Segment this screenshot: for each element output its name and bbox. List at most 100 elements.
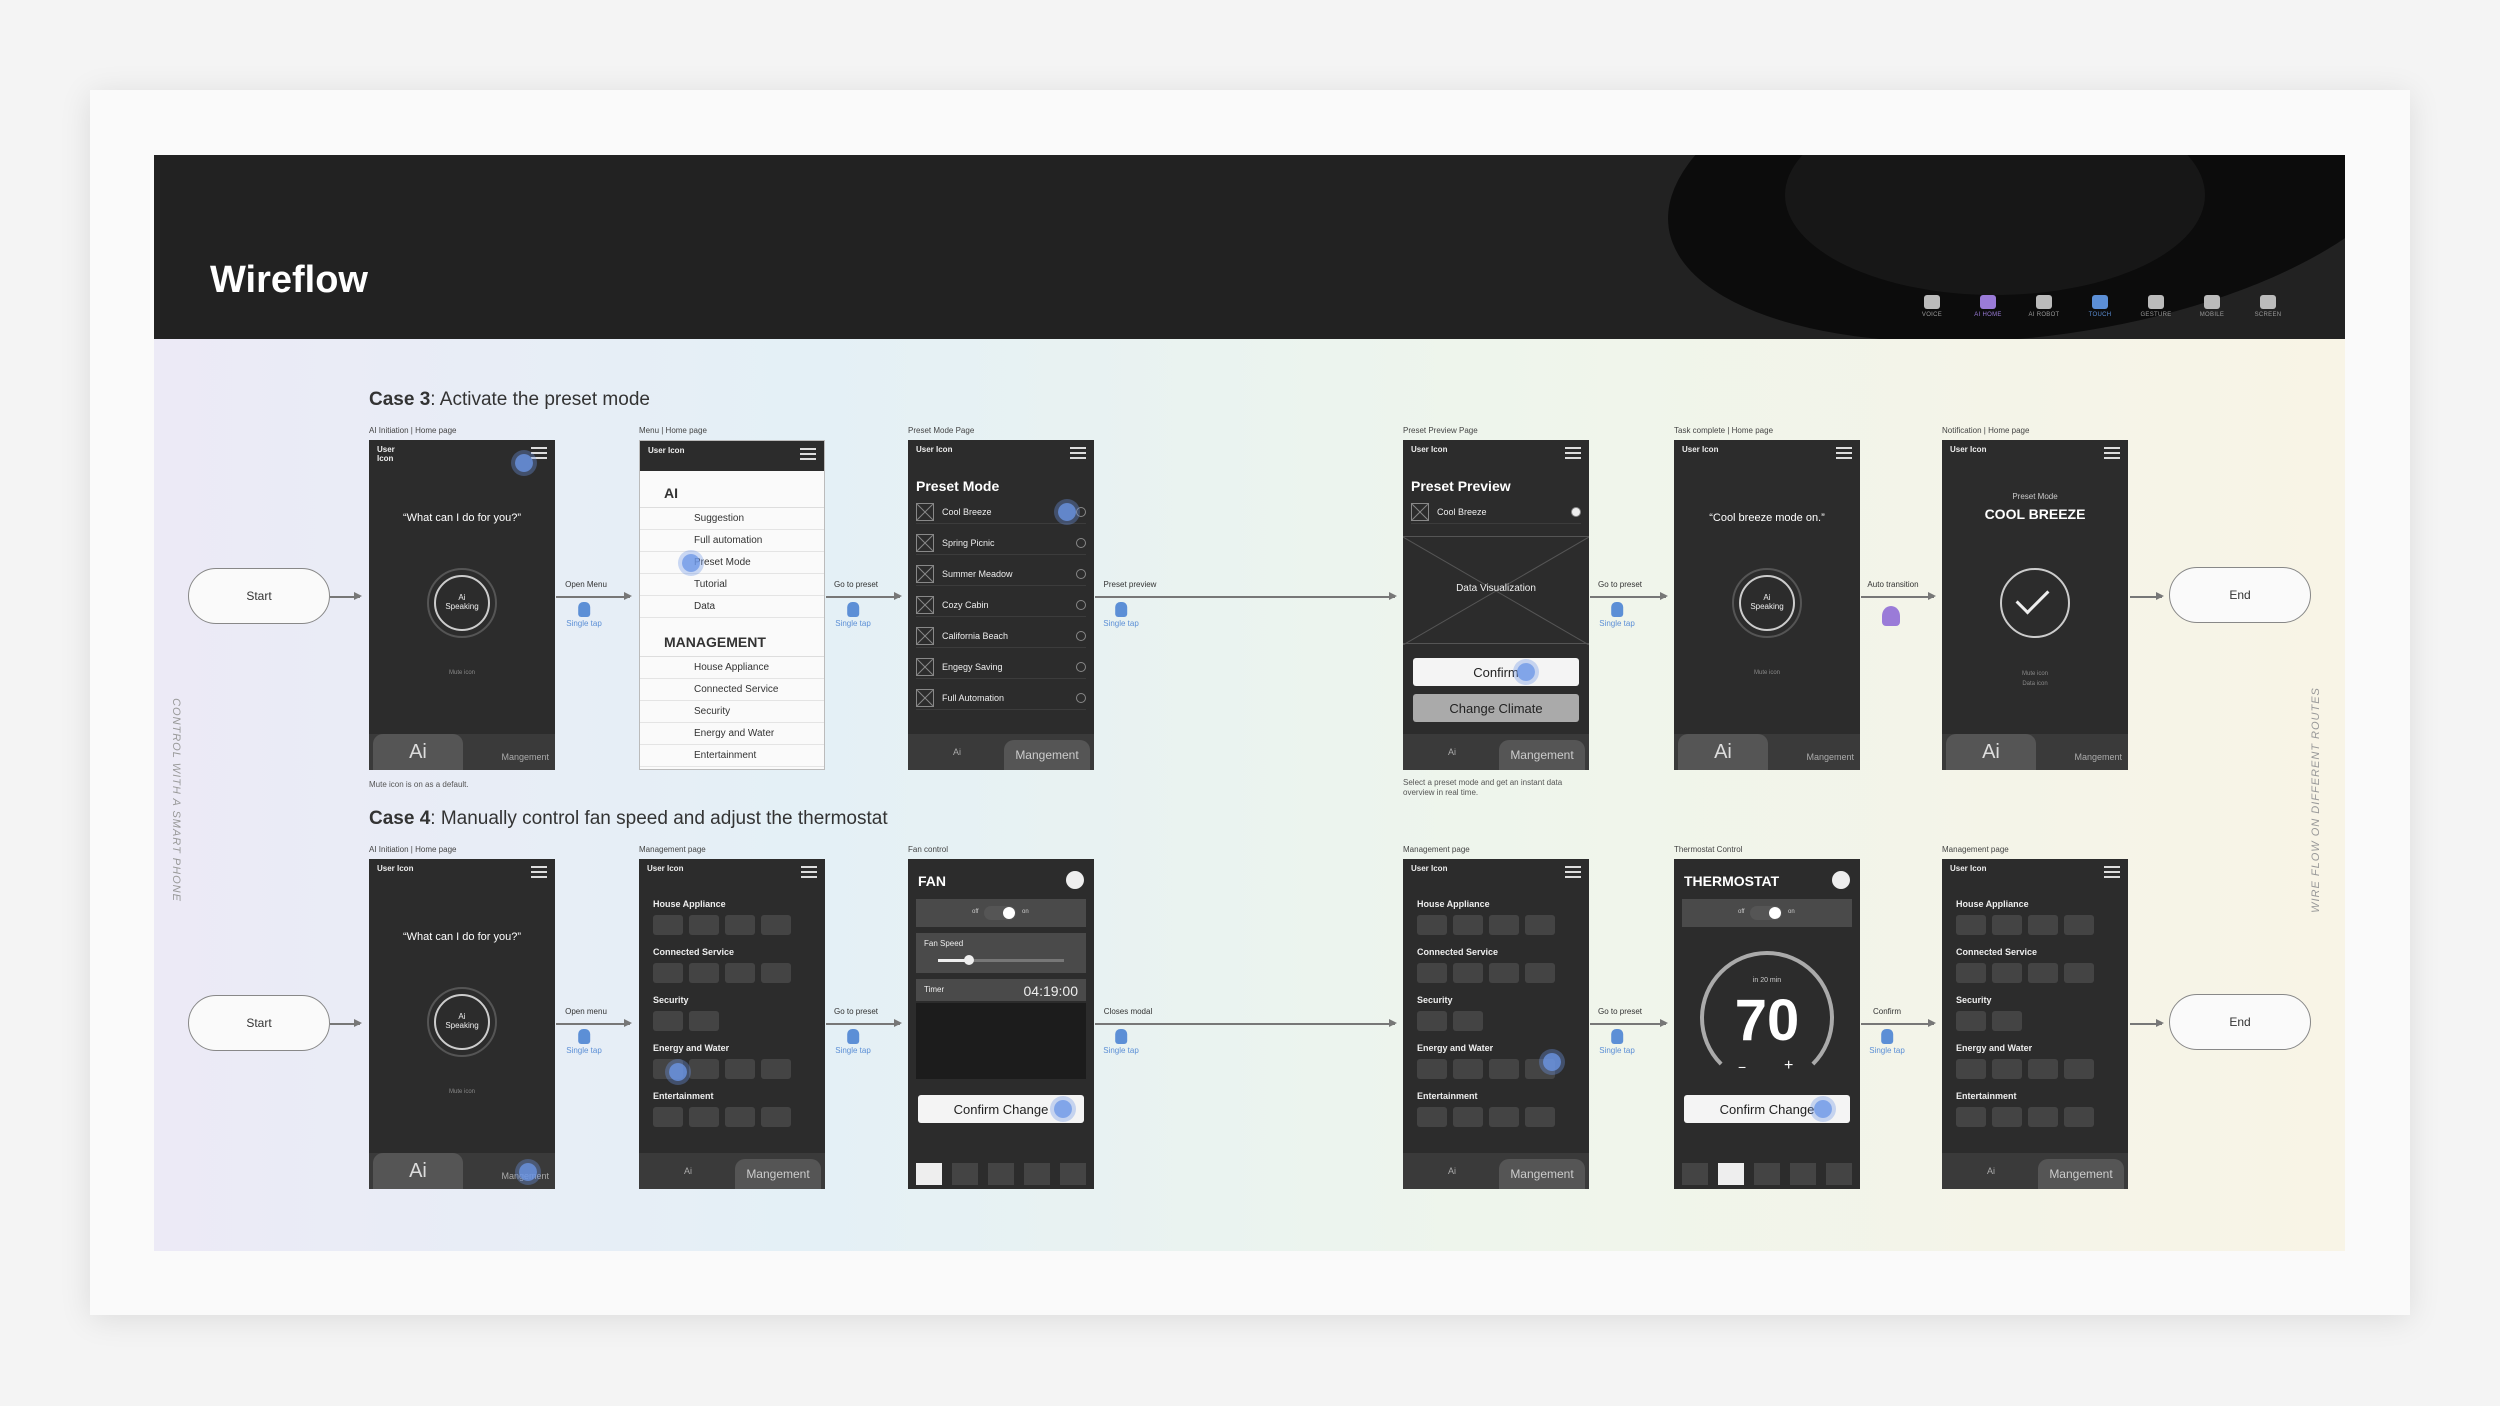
single-tap-icon: Single tap xyxy=(835,1029,871,1055)
user-icon[interactable]: User Icon xyxy=(1950,445,1986,455)
menu-item[interactable]: Energy and Water xyxy=(640,723,824,745)
entertainment-tiles[interactable] xyxy=(653,1107,791,1127)
menu-icon[interactable] xyxy=(801,866,817,881)
menu-item[interactable]: Connected Service xyxy=(640,679,824,701)
user-icon[interactable]: User Icon xyxy=(1950,864,1986,874)
ai-tab[interactable]: Ai xyxy=(1407,1153,1497,1189)
menu-icon[interactable] xyxy=(2104,866,2120,881)
confirm-button[interactable]: Confirm xyxy=(1413,658,1579,686)
minus-icon[interactable]: − xyxy=(1738,1059,1746,1075)
user-icon[interactable]: User Icon xyxy=(916,445,952,455)
room-tabs[interactable] xyxy=(916,1163,1086,1185)
frame-label: AI Initiation | Home page xyxy=(369,426,457,435)
menu-item[interactable]: Preset Mode xyxy=(640,552,824,574)
menu-item[interactable]: Entertainment xyxy=(640,745,824,767)
flow-arrow xyxy=(1861,1020,1936,1026)
mute-icon[interactable]: Mute icon xyxy=(369,1089,555,1095)
single-tap-icon: Single tap xyxy=(1599,602,1635,628)
energy-tiles[interactable] xyxy=(1417,1059,1555,1079)
ai-tab[interactable]: Ai xyxy=(1678,734,1768,770)
user-icon[interactable]: User Icon xyxy=(377,445,395,464)
ai-speaking-orb[interactable]: Ai Speaking xyxy=(427,568,497,638)
close-icon[interactable] xyxy=(1066,871,1084,889)
ai-tab[interactable]: Ai xyxy=(373,734,463,770)
menu-icon[interactable] xyxy=(531,447,547,462)
ai-tab[interactable]: Ai xyxy=(643,1153,733,1189)
user-icon[interactable]: User Icon xyxy=(377,864,413,874)
appliance-tiles[interactable] xyxy=(653,915,791,935)
menu-item[interactable]: Full automation xyxy=(640,530,824,552)
ai-tab[interactable]: Ai xyxy=(1946,1153,2036,1189)
user-icon[interactable]: User Icon xyxy=(1411,445,1447,455)
ai-speaking-orb[interactable]: Ai Speaking xyxy=(427,987,497,1057)
ai-tab[interactable]: Ai xyxy=(373,1153,463,1189)
preset-row[interactable]: Engegy Saving xyxy=(916,655,1086,679)
menu-icon[interactable] xyxy=(1565,447,1581,462)
preset-row[interactable]: Full Automation xyxy=(916,686,1086,710)
security-tiles[interactable] xyxy=(653,1011,719,1031)
preset-row[interactable]: Spring Picnic xyxy=(916,531,1086,555)
mute-icon[interactable]: Mute icon xyxy=(369,670,555,676)
menu-item[interactable]: Data xyxy=(640,596,824,618)
menu-icon[interactable] xyxy=(1070,447,1086,462)
security-tiles[interactable] xyxy=(1417,1011,1483,1031)
ai-tab[interactable]: Ai xyxy=(912,734,1002,770)
side-label-right: WIRE FLOW ON DIFFERENT ROUTES xyxy=(2310,687,2322,913)
management-tab[interactable]: Mangement xyxy=(1499,740,1585,770)
tap-indicator xyxy=(682,554,700,572)
management-tab[interactable]: Mangement xyxy=(501,752,549,762)
management-tab[interactable]: Mangement xyxy=(2074,752,2122,762)
menu-icon[interactable] xyxy=(2104,447,2120,462)
preset-row[interactable]: Cool Breeze xyxy=(1411,500,1581,524)
menu-icon[interactable] xyxy=(800,448,816,463)
menu-icon[interactable] xyxy=(1565,866,1581,881)
entertainment-tiles[interactable] xyxy=(1956,1107,2094,1127)
ai-tab[interactable]: Ai xyxy=(1407,734,1497,770)
management-tab[interactable]: Mangement xyxy=(1004,740,1090,770)
management-tab[interactable]: Mangement xyxy=(735,1159,821,1189)
legend-label: MOBILE xyxy=(2199,312,2225,318)
timer-picker[interactable] xyxy=(916,1003,1086,1079)
preset-row[interactable]: Summer Meadow xyxy=(916,562,1086,586)
menu-item[interactable]: Security xyxy=(640,701,824,723)
user-icon[interactable]: User Icon xyxy=(647,864,683,874)
fan-speed-slider[interactable] xyxy=(938,955,1064,965)
appliance-tiles[interactable] xyxy=(1956,915,2094,935)
security-tiles[interactable] xyxy=(1956,1011,2022,1031)
screen-title: FAN xyxy=(918,873,946,889)
menu-item[interactable]: House Appliance xyxy=(640,657,824,679)
frame-label: Preset Preview Page xyxy=(1403,426,1478,435)
service-tiles[interactable] xyxy=(653,963,791,983)
close-icon[interactable] xyxy=(1832,871,1850,889)
screen-title: Preset Preview xyxy=(1411,478,1511,494)
ai-speaking-orb[interactable]: Ai Speaking xyxy=(1732,568,1802,638)
room-tabs[interactable] xyxy=(1682,1163,1852,1185)
mute-icon[interactable]: Mute icon xyxy=(1674,670,1860,676)
menu-item[interactable]: Tutorial xyxy=(640,574,824,596)
menu-icon[interactable] xyxy=(1836,447,1852,462)
management-tab[interactable]: Mangement xyxy=(1499,1159,1585,1189)
plus-icon[interactable]: + xyxy=(1784,1057,1793,1075)
power-toggle[interactable] xyxy=(984,906,1016,920)
menu-item[interactable]: Suggestion xyxy=(640,508,824,530)
management-tab[interactable]: Mangement xyxy=(1806,752,1854,762)
management-tab[interactable]: Mangement xyxy=(2038,1159,2124,1189)
service-tiles[interactable] xyxy=(1956,963,2094,983)
menu-icon[interactable] xyxy=(531,866,547,881)
change-climate-button[interactable]: Change Climate xyxy=(1413,694,1579,722)
service-tiles[interactable] xyxy=(1417,963,1555,983)
user-icon[interactable]: User Icon xyxy=(1682,445,1718,455)
frame-label: Preset Mode Page xyxy=(908,426,975,435)
entertainment-tiles[interactable] xyxy=(1417,1107,1555,1127)
preset-row[interactable]: Cozy Cabin xyxy=(916,593,1086,617)
ai-tab[interactable]: Ai xyxy=(1946,734,2036,770)
image-placeholder-icon xyxy=(916,688,934,707)
section-title: Connected Service xyxy=(653,947,735,957)
appliance-tiles[interactable] xyxy=(1417,915,1555,935)
user-icon[interactable]: User Icon xyxy=(1411,864,1447,874)
mute-data-icons[interactable]: Mute icon Data icon xyxy=(1942,670,2128,689)
user-icon[interactable]: User Icon xyxy=(648,446,684,456)
power-toggle[interactable] xyxy=(1750,906,1782,920)
energy-tiles[interactable] xyxy=(1956,1059,2094,1079)
preset-row[interactable]: California Beach xyxy=(916,624,1086,648)
